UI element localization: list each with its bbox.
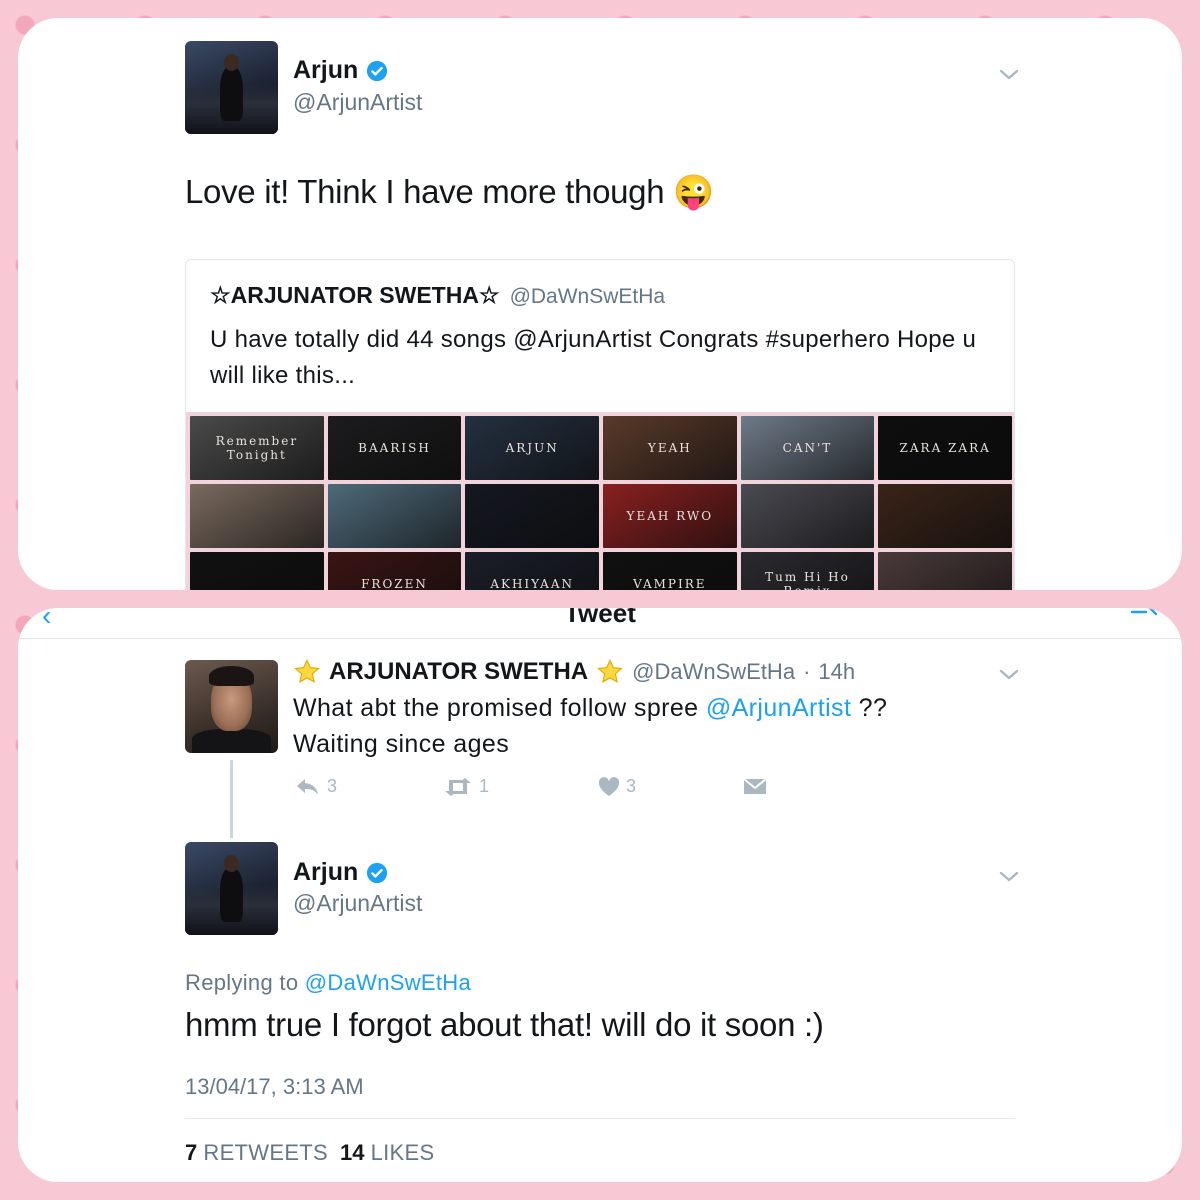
stats-divider — [185, 1118, 1015, 1119]
media-thumbnail[interactable]: YEAH — [603, 416, 737, 480]
reply-text-part: What abt the promised follow spree — [293, 694, 706, 722]
reply-count: 3 — [327, 776, 338, 796]
avatar[interactable] — [185, 842, 278, 935]
direct-message-action[interactable] — [743, 776, 767, 796]
media-thumbnail[interactable] — [190, 484, 324, 548]
quoted-tweet-card[interactable]: ☆ARJUNATOR SWETHA☆ @DaWnSwEtHa U have to… — [185, 259, 1015, 590]
tweet-timestamp: 13/04/17, 3:13 AM — [185, 1074, 364, 1099]
star-emoji-icon — [597, 658, 623, 683]
likes-stat[interactable]: 14 LIKES — [340, 1140, 434, 1166]
thumbnail-caption: ARJUN — [505, 441, 559, 455]
thumbnail-caption: CAN'T — [782, 441, 833, 455]
verified-badge-icon — [367, 862, 388, 883]
envelope-icon — [743, 778, 767, 794]
media-thumbnail[interactable]: VAMPIRE — [603, 552, 737, 590]
replying-to-line: Replying to @DaWnSwEtHa — [185, 970, 471, 996]
retweet-count: 1 — [479, 776, 490, 796]
reply-tweet-text: What abt the promised follow spree @Arju… — [293, 690, 887, 762]
mention-link[interactable]: @ArjunArtist — [706, 694, 852, 722]
media-thumbnail[interactable] — [327, 484, 462, 548]
reply-action[interactable]: 3 — [295, 776, 337, 797]
media-thumbnail[interactable]: Remember Tonight — [190, 416, 324, 480]
likes-count: 14 — [340, 1140, 365, 1165]
thumbnail-caption: FROZEN — [361, 577, 428, 590]
reply-icon — [297, 778, 318, 795]
media-thumbnail[interactable]: AKHIYAAN — [465, 552, 599, 590]
media-thumbnail[interactable] — [878, 552, 1012, 590]
thread-connector-line — [230, 760, 233, 838]
like-action[interactable]: 3 — [598, 776, 636, 797]
like-count: 3 — [626, 776, 637, 796]
header-divider — [18, 638, 1182, 639]
quoted-media-collage[interactable]: Remember Tonight BAARISH ARJUN YEAH CAN'T ZAR… — [186, 412, 1014, 590]
thumbnail-caption: VAMPIRE — [633, 577, 707, 590]
author-name[interactable]: Arjun — [293, 56, 358, 85]
reply-text-line2: Waiting since ages — [293, 730, 510, 758]
quoted-author-name: ☆ARJUNATOR SWETHA☆ — [210, 282, 500, 308]
thumbnail-caption: AKHIYAAN — [490, 577, 574, 590]
replying-to-mention[interactable]: @DaWnSwEtHa — [305, 970, 471, 995]
tweet-text: Love it! Think I have more though 😜 — [185, 173, 714, 210]
media-thumbnail[interactable]: BAARISH — [327, 416, 462, 480]
retweet-icon — [445, 777, 471, 796]
separator-dot: · — [803, 659, 811, 684]
retweets-stat[interactable]: 7 RETWEETS — [185, 1140, 328, 1166]
media-thumbnail[interactable] — [465, 484, 599, 548]
media-thumbnail[interactable] — [878, 484, 1012, 548]
compose-icon[interactable] — [1130, 608, 1158, 616]
quoted-tweet-text: U have totally did 44 songs @ArjunArtist… — [210, 326, 977, 389]
top-screenshot-panel: Arjun @ArjunArtist Love it! Think I have… — [18, 18, 1182, 590]
verified-badge-icon — [367, 60, 388, 81]
author-name[interactable]: Arjun — [293, 858, 358, 887]
author-name-row: Arjun — [293, 858, 388, 887]
media-thumbnail[interactable]: ZARA ZARA — [878, 416, 1012, 480]
author-handle[interactable]: @ArjunArtist — [293, 890, 422, 917]
media-thumbnail[interactable]: ARJUN — [465, 416, 599, 480]
thumbnail-caption: BAARISH — [358, 441, 431, 455]
thumbnail-caption: Tum Hi Ho Remix — [765, 570, 850, 590]
media-thumbnail[interactable] — [740, 484, 875, 548]
thumbnail-caption: YEAH RWO — [626, 509, 714, 523]
media-thumbnail[interactable]: Tum Hi Ho Remix — [740, 552, 875, 590]
avatar[interactable] — [185, 660, 278, 753]
retweets-count: 7 — [185, 1140, 198, 1165]
thumbnail-caption: ZARA ZARA — [899, 441, 991, 455]
author-handle[interactable]: @ArjunArtist — [293, 89, 422, 116]
bottom-screenshot-panel: ‹ Tweet ARJUNATOR SWETHA @DaWnSwEtHa · 1… — [18, 608, 1182, 1182]
thumbnail-caption: Remember Tonight — [215, 434, 299, 462]
chevron-down-icon[interactable] — [998, 870, 1020, 884]
chevron-down-icon[interactable] — [998, 668, 1020, 682]
page-title: Tweet — [564, 608, 636, 628]
reply-author-handle[interactable]: @DaWnSwEtHa — [632, 659, 795, 685]
tweet-text: hmm true I forgot about that! will do it… — [185, 1006, 824, 1043]
chevron-down-icon[interactable] — [998, 68, 1020, 82]
engagement-stats: 7 RETWEETS 14 LIKES — [185, 1140, 434, 1166]
media-thumbnail[interactable] — [190, 552, 324, 590]
heart-icon — [598, 776, 620, 796]
avatar[interactable] — [185, 41, 278, 134]
media-thumbnail[interactable]: YEAH RWO — [603, 484, 737, 548]
retweets-label: RETWEETS — [203, 1140, 328, 1165]
retweet-action[interactable]: 1 — [443, 776, 489, 797]
replying-prefix: Replying to — [185, 970, 305, 995]
reply-author-name[interactable]: ARJUNATOR SWETHA — [329, 658, 588, 686]
media-thumbnail[interactable]: CAN'T — [740, 416, 875, 480]
reply-author-row: ARJUNATOR SWETHA @DaWnSwEtHa · 14h — [293, 658, 855, 686]
media-thumbnail[interactable]: FROZEN — [327, 552, 462, 590]
likes-label: LIKES — [370, 1140, 435, 1165]
star-emoji-icon — [294, 658, 320, 683]
thumbnail-caption: YEAH — [647, 441, 692, 455]
author-name-row: Arjun — [293, 56, 388, 85]
quoted-author-handle: @DaWnSwEtHa — [509, 285, 666, 308]
reply-time[interactable]: 14h — [818, 659, 855, 685]
reply-text-part: ?? — [851, 694, 888, 722]
